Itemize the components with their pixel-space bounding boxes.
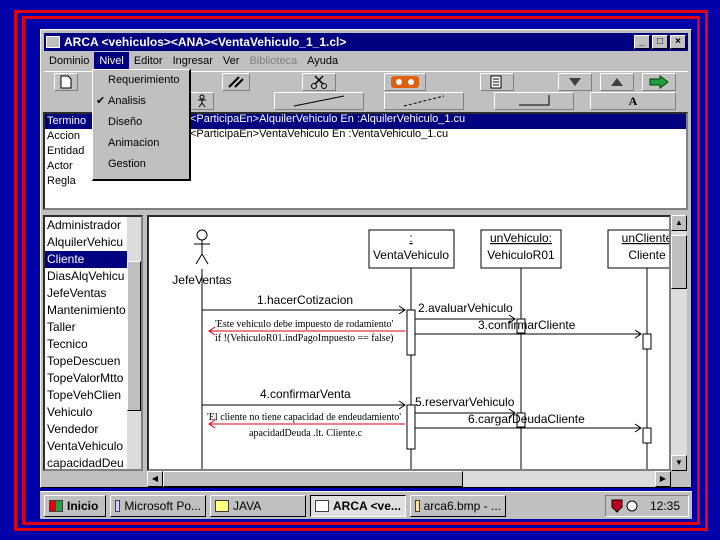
message-label: 2.avaluarVehiculo bbox=[418, 301, 513, 315]
menu-ver[interactable]: Ver bbox=[218, 52, 245, 70]
activation-box bbox=[406, 404, 416, 450]
arrow-right-icon bbox=[649, 75, 669, 89]
diagram-vertical-scrollbar[interactable]: ▲ ▼ bbox=[671, 215, 687, 471]
tray-icons[interactable] bbox=[610, 498, 640, 514]
dashed-line-tool-button[interactable] bbox=[384, 92, 464, 110]
line-tool-icon bbox=[293, 95, 345, 107]
scroll-left-button[interactable]: ◀ bbox=[147, 471, 163, 487]
dashed-line-tool-icon bbox=[403, 95, 445, 107]
menu-item-requerimiento[interactable]: Requerimiento bbox=[93, 70, 189, 91]
line-tool-button[interactable] bbox=[274, 92, 364, 110]
triangle-down-icon bbox=[569, 78, 581, 86]
message-label: 4.confirmarVenta bbox=[260, 387, 351, 401]
diagram-scroll-thumb[interactable] bbox=[671, 235, 687, 289]
scissors-icon bbox=[311, 75, 327, 89]
element-list-scrollbar[interactable] bbox=[127, 217, 141, 469]
actor-tool-icon bbox=[198, 94, 206, 108]
note-label: if !(VehiculoR01.indPagoImpuesto == fals… bbox=[215, 333, 393, 344]
diagram-horizontal-scrollbar[interactable]: ◀ ▶ bbox=[147, 471, 671, 487]
move-down-button[interactable] bbox=[558, 73, 592, 91]
relation-item[interactable]: <ParticipaEn>VentaVehiculo En :VentaVehi… bbox=[190, 127, 720, 142]
object-name: unVehiculo: bbox=[490, 231, 552, 245]
task-paint[interactable]: arca6.bmp - ... bbox=[410, 494, 506, 517]
start-button[interactable]: Inicio bbox=[44, 494, 106, 517]
relation-item[interactable]: <ParticipaEn>AlquilerVehiculo En :Alquil… bbox=[190, 112, 720, 127]
new-document-icon bbox=[60, 75, 72, 89]
powerpoint-icon bbox=[115, 499, 121, 512]
run-button[interactable] bbox=[642, 73, 676, 91]
text-tool-button[interactable]: A bbox=[590, 92, 676, 110]
object-unvehiculo[interactable]: unVehiculo: VehiculoR01 bbox=[480, 229, 562, 269]
window-title: ARCA <vehiculos><ANA><VentaVehiculo_1_1.… bbox=[64, 35, 347, 49]
checkmark-icon: ✔ bbox=[96, 95, 106, 107]
message-label: 5.reservarVehiculo bbox=[415, 395, 515, 409]
animation-button[interactable] bbox=[384, 73, 426, 91]
folder-icon bbox=[215, 499, 229, 512]
object-class: VentaVehiculo bbox=[373, 248, 449, 262]
menu-biblioteca: Biblioteca bbox=[249, 55, 298, 67]
system-tray: 12:35 bbox=[605, 495, 689, 517]
scroll-down-button[interactable]: ▼ bbox=[671, 455, 687, 471]
menu-item-analisis[interactable]: ✔ Analisis bbox=[93, 91, 189, 112]
new-document-button[interactable] bbox=[54, 73, 78, 91]
menu-item-animacion[interactable]: Animacion bbox=[93, 133, 189, 154]
menu-bar: Dominio Nivel Editor Ingresar Ver Biblio… bbox=[44, 52, 688, 70]
taskbar: Inicio Microsoft Po... JAVA ARCA <ve... … bbox=[40, 491, 692, 519]
message-label: 1.hacerCotizacion bbox=[257, 293, 353, 307]
cut-button[interactable] bbox=[302, 73, 336, 91]
object-name: : bbox=[409, 231, 412, 245]
close-button[interactable]: × bbox=[670, 35, 686, 49]
text-tool-icon: A bbox=[628, 93, 638, 108]
menu-ingresar[interactable]: Ingresar bbox=[168, 52, 218, 70]
title-bar[interactable]: ARCA <vehiculos><ANA><VentaVehiculo_1_1.… bbox=[44, 33, 688, 51]
scroll-right-button[interactable]: ▶ bbox=[655, 471, 671, 487]
element-list-scroll-thumb[interactable] bbox=[127, 261, 141, 411]
arca-icon bbox=[315, 499, 329, 512]
activation-box bbox=[406, 309, 416, 356]
link-tool-button[interactable] bbox=[222, 73, 250, 91]
menu-ayuda[interactable]: Ayuda bbox=[302, 52, 343, 70]
move-up-button[interactable] bbox=[600, 73, 634, 91]
activation-box bbox=[642, 427, 652, 444]
relations-list: <ParticipaEn>AlquilerVehiculo En :Alquil… bbox=[190, 112, 720, 142]
film-icon bbox=[391, 76, 419, 88]
object-class: VehiculoR01 bbox=[487, 248, 555, 262]
clock[interactable]: 12:35 bbox=[650, 499, 680, 513]
app-icon[interactable] bbox=[46, 36, 60, 48]
note-label: apacidadDeuda .lt. Cliente.c bbox=[249, 428, 363, 439]
message-label: 3.confirmarCliente bbox=[478, 318, 576, 332]
activation-box bbox=[642, 333, 652, 350]
task-java[interactable]: JAVA bbox=[210, 494, 306, 517]
return-tool-button[interactable] bbox=[494, 92, 574, 110]
windows-logo-icon bbox=[49, 499, 63, 512]
menu-nivel[interactable]: Nivel bbox=[94, 52, 129, 70]
sequence-diagram-canvas[interactable]: JefeVentas : VentaVehiculo unVehiculo: V… bbox=[147, 215, 671, 471]
scroll-up-button[interactable]: ▲ bbox=[671, 215, 687, 231]
nivel-dropdown-menu: Requerimiento ✔ Analisis Diseño Animacion… bbox=[92, 69, 191, 181]
clipboard-icon bbox=[490, 75, 502, 89]
menu-item-diseno[interactable]: Diseño bbox=[93, 112, 189, 133]
task-arca[interactable]: ARCA <ve... bbox=[310, 494, 406, 517]
return-arrow-icon bbox=[519, 95, 550, 106]
paste-button[interactable] bbox=[480, 73, 514, 91]
triangle-up-icon bbox=[611, 78, 623, 86]
object-name: unCliente bbox=[622, 231, 671, 245]
message-label: 6.cargarDeudaCliente bbox=[468, 412, 585, 426]
object-class: Cliente bbox=[628, 248, 666, 262]
note-label: 'Este vehiculo debe impuesto de rodamien… bbox=[215, 319, 393, 330]
paint-icon bbox=[415, 499, 420, 512]
task-powerpoint[interactable]: Microsoft Po... bbox=[110, 494, 206, 517]
object-uncliente[interactable]: unCliente Cliente bbox=[607, 229, 671, 269]
diagram-hscroll-thumb[interactable] bbox=[163, 471, 463, 487]
menu-editor[interactable]: Editor bbox=[129, 52, 168, 70]
menu-dominio[interactable]: Dominio bbox=[44, 52, 94, 70]
object-ventavehiculo[interactable]: : VentaVehiculo bbox=[368, 229, 455, 269]
note-label: 'El cliente no tiene capacidad de endeud… bbox=[207, 412, 401, 423]
maximize-button[interactable]: □ bbox=[652, 35, 668, 49]
sequence-diagram: JefeVentas : VentaVehiculo unVehiculo: V… bbox=[172, 229, 671, 469]
menu-item-gestion[interactable]: Gestion bbox=[93, 154, 189, 175]
link-tool-icon bbox=[228, 76, 244, 88]
minimize-button[interactable]: _ bbox=[634, 35, 650, 49]
actor-tool-button[interactable] bbox=[190, 92, 214, 110]
